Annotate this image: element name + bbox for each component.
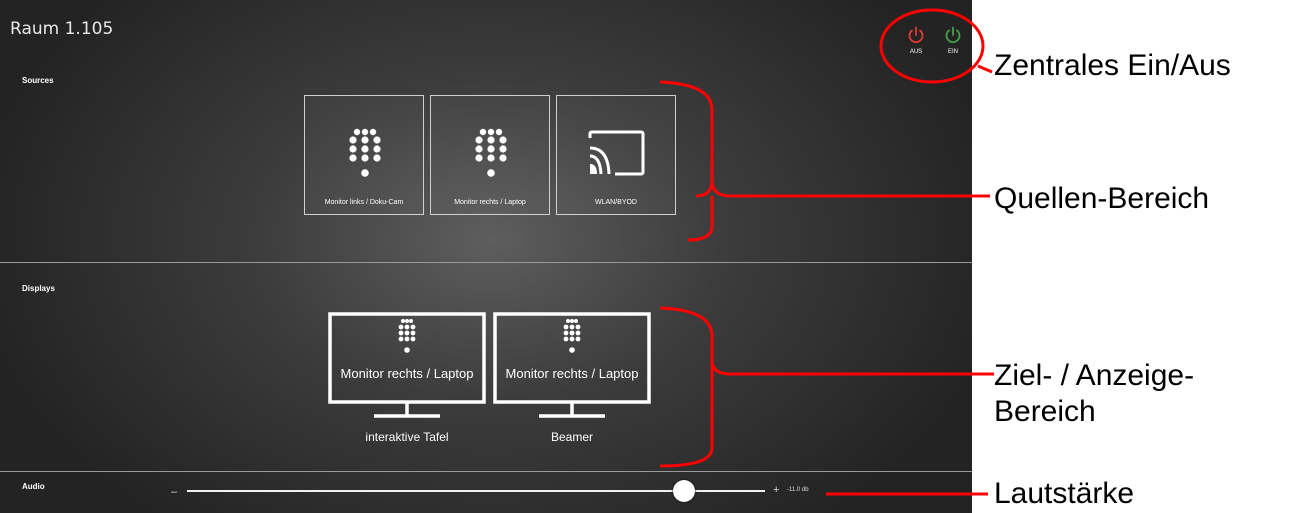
- audio-section-label: Audio: [22, 482, 45, 491]
- power-on-icon: [945, 26, 961, 44]
- display-source-label: Monitor rechts / Laptop: [340, 366, 474, 381]
- room-title: Raum 1.105: [10, 19, 114, 39]
- source-tile-label: Monitor links / Doku-Cam: [324, 199, 404, 206]
- sources-section-label: Sources: [22, 76, 54, 85]
- volume-down-button[interactable]: –: [171, 486, 177, 498]
- volume-slider-thumb[interactable]: [673, 480, 696, 502]
- volume-up-button[interactable]: +: [773, 484, 779, 496]
- annotation-power: Zentrales Ein/Aus: [994, 49, 1231, 82]
- divider: [0, 262, 972, 263]
- source-tile-label: WLAN/BYOD: [594, 199, 637, 206]
- volume-value: -11.0 db: [787, 487, 809, 493]
- source-tile-label: Monitor rechts / Laptop: [454, 199, 526, 206]
- source-tile-monitor-rechts[interactable]: Monitor rechts / Laptop: [430, 95, 550, 215]
- source-tile-monitor-links[interactable]: Monitor links / Doku-Cam: [304, 95, 424, 215]
- annotation-sources: Quellen-Bereich: [994, 182, 1210, 215]
- keypad-icon: [349, 128, 381, 177]
- display-name: Beamer: [550, 430, 594, 444]
- power-off-label: AUS: [909, 49, 923, 55]
- display-name: interaktive Tafel: [365, 430, 449, 444]
- annotation-displays: Ziel- / Anzeige-Bereich: [994, 359, 1195, 428]
- power-on-button[interactable]: EIN: [942, 25, 964, 63]
- annotation-volume: Lautstärke: [994, 477, 1135, 510]
- keypad-icon: [475, 128, 507, 177]
- display-source-label: Monitor rechts / Laptop: [505, 366, 639, 381]
- divider: [0, 471, 972, 472]
- cast-icon: [588, 130, 645, 176]
- power-off-button[interactable]: AUS: [905, 25, 927, 63]
- displays-section-label: Displays: [22, 284, 55, 293]
- power-callout-line: [977, 64, 993, 74]
- power-off-icon: [908, 26, 924, 44]
- source-tile-wlan-byod[interactable]: WLAN/BYOD: [556, 95, 676, 215]
- control-panel: Raum 1.105 AUS EIN Sources Monitor links…: [0, 0, 972, 513]
- power-on-label: EIN: [947, 49, 958, 55]
